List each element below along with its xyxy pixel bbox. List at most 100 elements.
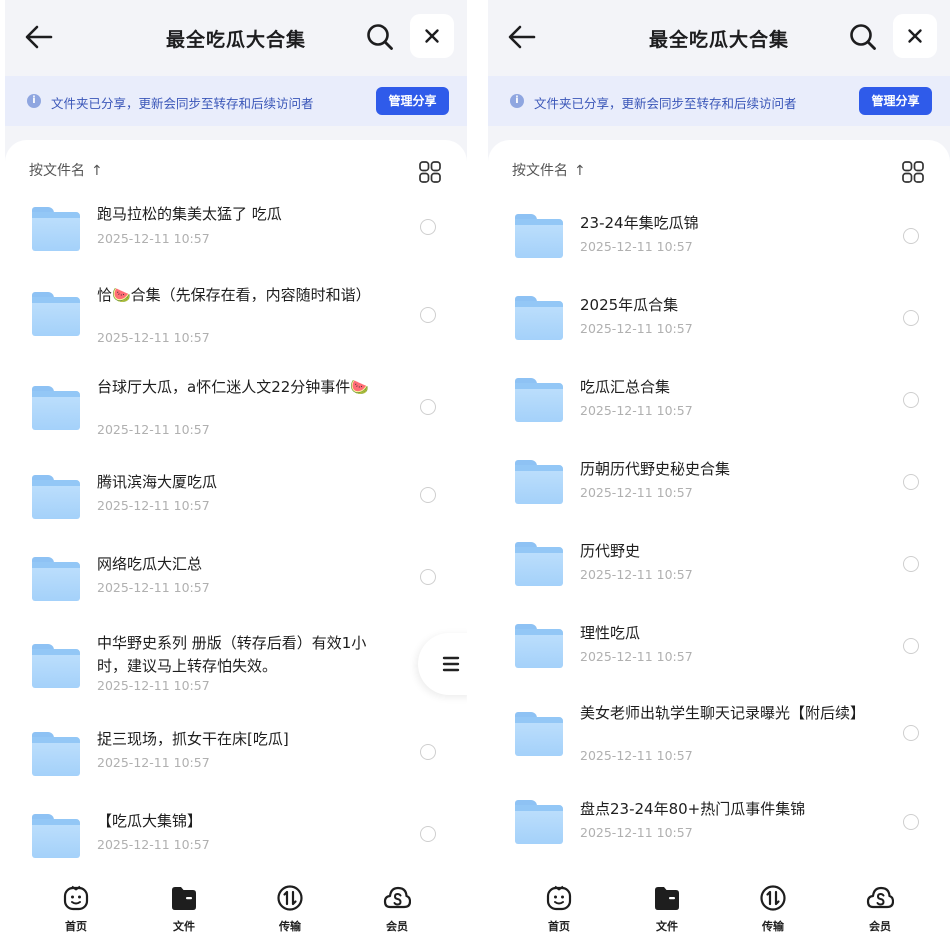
share-notice-bar: i 文件夹已分享，更新会同步至转存和后续访问者 管理分享: [488, 76, 950, 126]
search-icon[interactable]: [848, 22, 878, 52]
select-radio[interactable]: [903, 556, 919, 572]
folder-icon: [515, 624, 563, 668]
folder-icon: [32, 814, 80, 858]
select-radio[interactable]: [420, 569, 436, 585]
folder-icon: [515, 712, 563, 756]
sort-label: 按文件名: [29, 163, 85, 179]
folder-date: 2025-12-11 10:57: [580, 567, 693, 582]
folder-date: 2025-12-11 10:57: [97, 837, 210, 852]
folder-icon: [515, 378, 563, 422]
select-radio[interactable]: [420, 399, 436, 415]
select-radio[interactable]: [903, 474, 919, 490]
select-radio[interactable]: [903, 228, 919, 244]
tab-home[interactable]: 首页: [46, 884, 106, 934]
manage-share-button[interactable]: 管理分享: [376, 87, 449, 115]
grid-view-icon[interactable]: [418, 160, 442, 184]
select-radio[interactable]: [420, 826, 436, 842]
select-radio[interactable]: [903, 392, 919, 408]
folder-date: 2025-12-11 10:57: [97, 755, 210, 770]
bottom-tab-bar: 首页 文件 传输 会员: [488, 870, 950, 939]
tab-label: 文件: [173, 920, 195, 933]
folder-date: 2025-12-11 10:57: [580, 321, 693, 336]
folder-icon: [515, 214, 563, 258]
folder-date: 2025-12-11 10:57: [97, 580, 210, 595]
folder-name: 跑马拉松的集美太猛了 吃瓜: [97, 205, 282, 223]
select-radio[interactable]: [903, 638, 919, 654]
folder-date: 2025-12-11 10:57: [97, 422, 210, 437]
tab-label: 首页: [65, 920, 87, 933]
folder-icon: [655, 887, 679, 910]
phone-screen-left: 最全吃瓜大合集 i 文件夹已分享，更新会同步至转存和后续访问者 管理分享 按文件…: [5, 0, 467, 939]
folder-icon: [32, 732, 80, 776]
folder-date: 2025-12-11 10:57: [97, 498, 210, 513]
folder-date: 2025-12-11 10:57: [97, 231, 210, 246]
info-icon: i: [27, 94, 41, 108]
select-radio[interactable]: [420, 744, 436, 760]
close-button[interactable]: [410, 14, 454, 58]
folder-name: 2025年瓜合集: [580, 296, 679, 314]
folder-name: 台球厅大瓜，a怀仁迷人文22分钟事件🍉: [97, 378, 369, 396]
share-notice-bar: i 文件夹已分享，更新会同步至转存和后续访问者 管理分享: [5, 76, 467, 126]
tab-home[interactable]: 首页: [529, 884, 589, 934]
folder-date: 2025-12-11 10:57: [580, 825, 693, 840]
tab-files[interactable]: 文件: [154, 884, 214, 934]
folder-icon: [515, 800, 563, 844]
tab-transfer[interactable]: 传输: [743, 884, 803, 934]
folder-name: 腾讯滨海大厦吃瓜: [97, 473, 218, 491]
folder-icon: [32, 475, 80, 519]
sort-ascending-icon: ↑: [91, 163, 103, 179]
tab-label: 首页: [548, 920, 570, 933]
folder-icon: [32, 644, 80, 688]
folder-date: 2025-12-11 10:57: [580, 649, 693, 664]
share-notice-text: 文件夹已分享，更新会同步至转存和后续访问者: [534, 96, 797, 111]
page-title: 最全吃瓜大合集: [165, 29, 306, 51]
select-radio[interactable]: [420, 487, 436, 503]
tab-vip[interactable]: 会员: [850, 884, 910, 934]
tab-label: 传输: [762, 920, 784, 933]
select-radio[interactable]: [420, 219, 436, 235]
folder-name: 23-24年集吃瓜锦: [580, 214, 699, 232]
folder-name: 网络吃瓜大汇总: [97, 555, 203, 573]
tab-label: 会员: [386, 920, 408, 933]
folder-name: 美女老师出轨学生聊天记录曝光【附后续】: [580, 704, 866, 722]
sort-by-name-button[interactable]: 按文件名 ↑: [29, 160, 103, 180]
folder-date: 2025-12-11 10:57: [580, 485, 693, 500]
folder-date: 2025-12-11 10:57: [580, 403, 693, 418]
tab-label: 文件: [656, 920, 678, 933]
manage-share-button[interactable]: 管理分享: [859, 87, 932, 115]
folder-icon: [515, 460, 563, 504]
search-icon[interactable]: [365, 22, 395, 52]
folder-name: 盘点23-24年80+热门瓜事件集锦: [580, 800, 806, 818]
folder-date: 2025-12-11 10:57: [580, 748, 693, 763]
tab-vip[interactable]: 会员: [367, 884, 427, 934]
folder-name: 恰🍉合集（先保存在看，内容随时和谐）: [97, 286, 371, 304]
folder-date: 2025-12-11 10:57: [97, 330, 210, 345]
folder-name: 吃瓜汇总合集: [580, 378, 671, 396]
close-icon: [425, 29, 439, 43]
folder-name: 【吃瓜大集锦】: [97, 812, 203, 830]
tab-files[interactable]: 文件: [637, 884, 697, 934]
sort-by-name-button[interactable]: 按文件名 ↑: [512, 160, 586, 180]
grid-view-icon[interactable]: [901, 160, 925, 184]
folder-icon: [172, 887, 196, 910]
folder-name: 中华野史系列 册版（转存后看）有效1小时，建议马上转存怕失效。: [97, 634, 367, 675]
close-button[interactable]: [893, 14, 937, 58]
menu-lines-icon: [442, 656, 460, 672]
select-radio[interactable]: [903, 310, 919, 326]
select-radio[interactable]: [903, 725, 919, 741]
select-radio[interactable]: [903, 814, 919, 830]
smile-face-icon: [546, 885, 572, 911]
tab-label: 传输: [279, 920, 301, 933]
top-header: 最全吃瓜大合集: [488, 0, 950, 76]
top-header: 最全吃瓜大合集: [5, 0, 467, 76]
folder-icon: [515, 542, 563, 586]
folder-name: 历朝历代野史秘史合集: [580, 460, 731, 478]
tab-transfer[interactable]: 传输: [260, 884, 320, 934]
folder-date: 2025-12-11 10:57: [97, 678, 210, 693]
folder-icon: [32, 292, 80, 336]
select-radio[interactable]: [420, 307, 436, 323]
folder-date: 2025-12-11 10:57: [580, 239, 693, 254]
bottom-tab-bar: 首页 文件 传输 会员: [5, 870, 467, 939]
folder-icon: [515, 296, 563, 340]
sort-label: 按文件名: [512, 163, 568, 179]
